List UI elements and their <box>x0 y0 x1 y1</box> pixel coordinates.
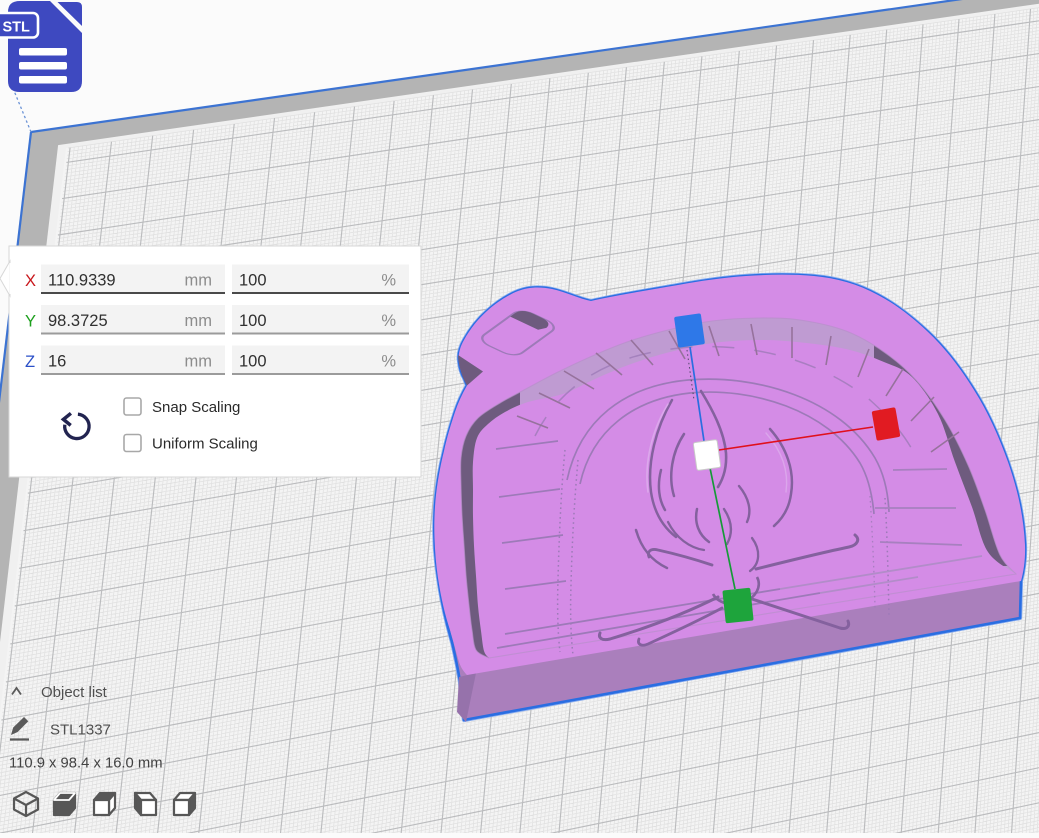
svg-text:Snap Scaling: Snap Scaling <box>152 399 240 416</box>
svg-text:mm: mm <box>185 312 213 330</box>
svg-text:X: X <box>25 272 36 290</box>
svg-text:Y: Y <box>25 313 36 331</box>
svg-text:%: % <box>381 353 396 371</box>
svg-text:Z: Z <box>25 353 35 371</box>
svg-text:110.9339: 110.9339 <box>48 272 116 290</box>
svg-text:100: 100 <box>239 312 267 330</box>
svg-text:110.9 x 98.4 x 16.0 mm: 110.9 x 98.4 x 16.0 mm <box>9 756 163 772</box>
svg-text:STL1337: STL1337 <box>50 722 111 739</box>
svg-text:100: 100 <box>239 353 267 371</box>
svg-text:mm: mm <box>185 272 213 290</box>
svg-text:16: 16 <box>48 353 66 371</box>
svg-text:STL: STL <box>3 20 31 36</box>
svg-text:100: 100 <box>239 272 267 290</box>
svg-text:98.3725: 98.3725 <box>48 312 108 330</box>
svg-text:mm: mm <box>185 353 213 371</box>
svg-text:%: % <box>381 272 396 290</box>
svg-text:Uniform Scaling: Uniform Scaling <box>152 436 258 453</box>
svg-text:%: % <box>381 312 396 330</box>
svg-text:Object list: Object list <box>41 684 108 701</box>
